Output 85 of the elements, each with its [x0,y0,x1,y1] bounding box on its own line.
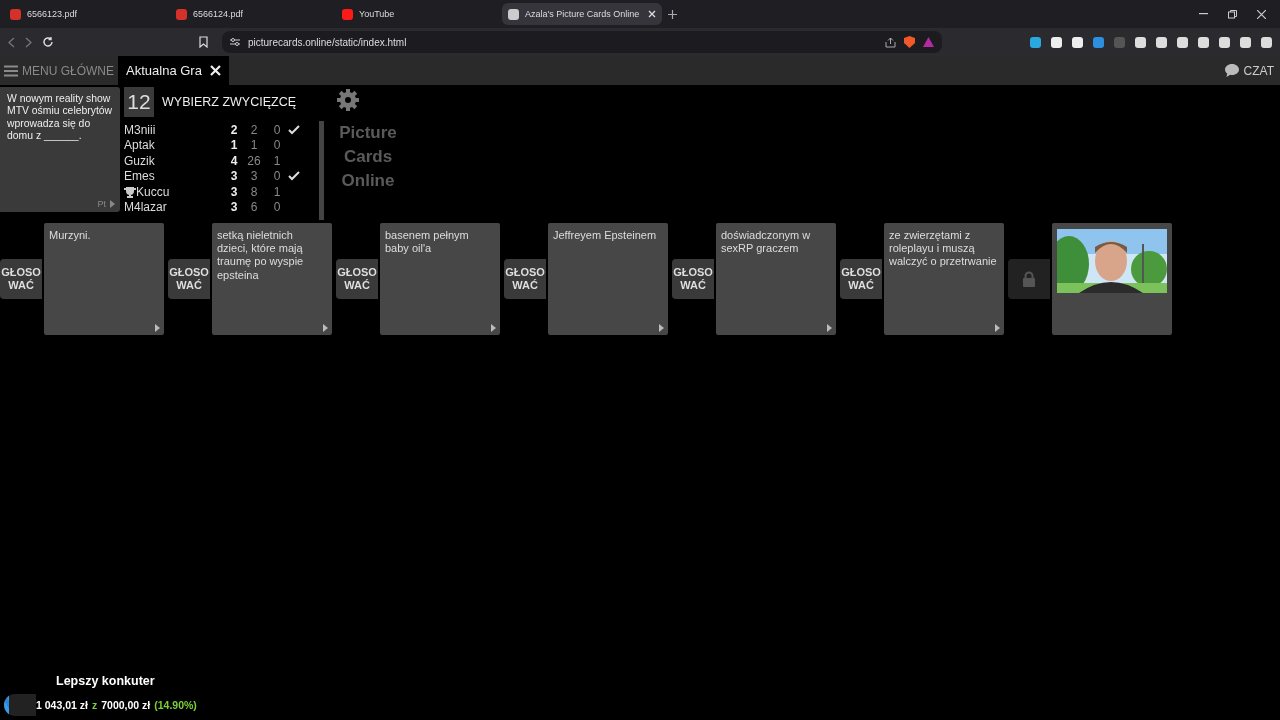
player-stat: 0 [272,138,282,153]
answer-card[interactable]: doświadczonym w sexRP graczem [716,223,836,335]
site-settings-icon[interactable] [230,37,240,47]
shield-icon[interactable] [904,36,915,48]
answer-text: basenem pełnym baby oil'a [385,229,470,256]
player-name: Emes [124,169,156,184]
player-name: M3niii [124,122,157,137]
round-number: 12 [124,87,154,117]
player-stat: 0 [272,122,282,137]
player-name: Aptak [124,138,156,153]
goal-amount: 1 043,01 zł [36,699,88,711]
answer-text: Jeffreyem Epsteinem [553,229,658,243]
player-score: 3 [229,169,239,184]
answer-text: ze zwierzętami z roleplayu i muszą walczyć o przetrwanie [889,229,998,269]
card-tag: Pt [97,199,106,209]
answer-card[interactable]: setką nieletnich dzieci, które mają traumę po wyspie epsteina [212,223,332,335]
answer-card[interactable]: basenem pełnym baby oil'a [380,223,500,335]
triangle-icon[interactable] [923,37,934,47]
vote-button[interactable]: GŁOSO WAĆ [0,259,42,299]
answer-card[interactable]: Murzyni. [44,223,164,335]
address-bar[interactable]: picturecards.online/static/index.html [222,31,942,53]
browser-tab[interactable]: YouTube [336,3,496,25]
chat-bubble-icon [1223,63,1240,78]
caret-icon[interactable] [827,324,832,332]
question-text: W nowym reality show MTV ośmiu celebrytów wprowadza się do domu z ______. [7,93,114,144]
player-stat: 1 [249,138,259,153]
player-stat: 26 [246,153,262,168]
game-tab[interactable]: Aktualna Gra [118,56,229,85]
vote-button[interactable]: GŁOSO WAĆ [840,259,882,299]
settings-icon[interactable] [337,89,359,111]
goal-target: 7000,00 zł [101,699,151,711]
browser-tab[interactable]: 6566123.pdf [4,3,164,25]
menu-icon [4,64,18,77]
caret-icon[interactable] [995,324,1000,332]
goal-progress-bar [4,694,36,716]
chat-button[interactable]: CZAT [1217,56,1280,85]
close-icon[interactable] [648,10,656,18]
main-menu-button[interactable]: MENU GŁÓWNE [0,56,118,85]
player-stat: 3 [249,169,259,184]
forward-icon[interactable] [25,36,32,48]
caret-icon[interactable] [323,324,328,332]
player-stat: 2 [249,122,259,137]
player-stat: 0 [272,169,282,184]
restore-icon[interactable] [1228,9,1237,19]
player-score: 4 [229,153,239,168]
back-icon[interactable] [8,36,15,48]
browser-tab[interactable]: 6566124.pdf [170,3,330,25]
answer-card[interactable]: Jeffreyem Epsteinem [548,223,668,335]
player-score: 1 [229,138,239,153]
answer-card[interactable]: ze zwierzętami z roleplayu i muszą walczyć o przetrwanie [884,223,1004,335]
new-tab-icon[interactable] [668,9,677,19]
caret-icon[interactable] [491,324,496,332]
answer-text: Murzyni. [49,229,92,243]
caret-icon[interactable] [110,200,115,208]
player-stat: 1 [272,153,282,168]
player-stat: 6 [249,200,259,215]
bookmark-icon[interactable] [199,36,208,48]
caret-icon[interactable] [659,324,664,332]
player-stat: 0 [272,200,282,215]
player-score: 3 [229,200,239,215]
vote-button[interactable]: GŁOSO WAĆ [168,259,210,299]
answer-text: setką nieletnich dzieci, które mają traumę po wyspie epsteina [217,229,305,282]
caret-icon[interactable] [155,324,160,332]
player-stat: 1 [272,184,282,199]
logo-text: Picture Cards Online [338,122,398,192]
goal-percent: (14.90%) [154,699,197,711]
player-name: Kuccu [124,184,226,199]
vote-button[interactable]: GŁOSO WAĆ [336,259,378,299]
close-icon[interactable] [1257,9,1266,19]
answer-text: doświadczonym w sexRP graczem [721,229,812,256]
player-stat: 8 [249,184,259,199]
reload-icon[interactable] [42,36,54,48]
player-score: 3 [229,184,239,199]
vote-button[interactable]: GŁOSO WAĆ [672,259,714,299]
player-name: M4lazar [124,200,168,215]
browser-tab[interactable]: Azala's Picture Cards Online [502,3,662,25]
player-score: 2 [229,122,239,137]
round-status: WYBIERZ ZWYCIĘZCĘ [162,95,297,109]
minimize-icon[interactable] [1199,13,1208,15]
share-icon[interactable] [885,36,896,48]
goal-separator: z [91,699,98,711]
goal-title: Lepszy konkuter [56,674,155,688]
vote-button[interactable]: GŁOSO WAĆ [504,259,546,299]
player-name: Guzik [124,153,156,168]
lock-icon [1022,271,1036,287]
